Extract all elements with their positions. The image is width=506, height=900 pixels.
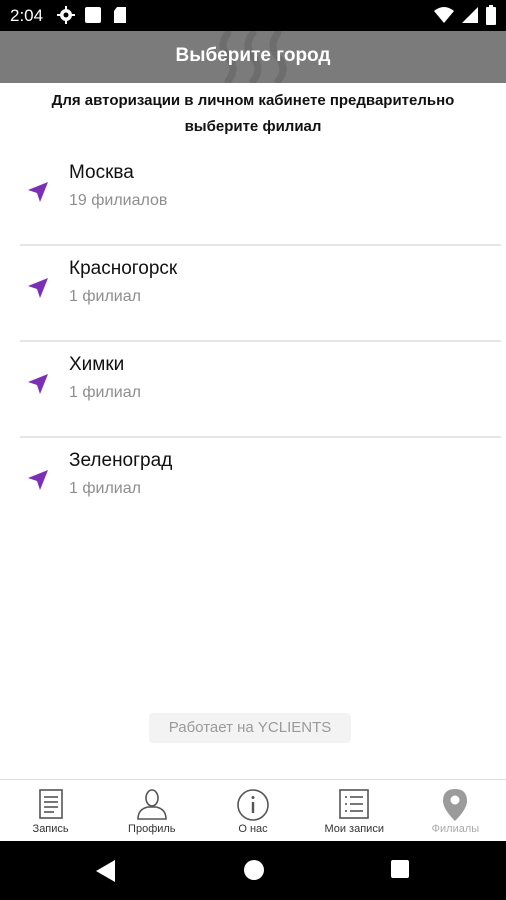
recents-icon[interactable] [390, 859, 410, 884]
tab-about[interactable]: О нас [202, 780, 303, 842]
city-item-zelenograd[interactable]: Зеленоград 1 филиал [20, 438, 501, 532]
branch-count: 19 филиалов [69, 192, 168, 209]
battery-icon [486, 5, 496, 30]
tab-branches[interactable]: Филиалы [405, 780, 506, 842]
city-list: Москва 19 филиалов Красногорск 1 филиал … [20, 150, 501, 532]
auth-notice: Для авторизации в личном кабинете предва… [51, 92, 455, 135]
tab-label: Профиль [128, 823, 176, 835]
city-item-khimki[interactable]: Химки 1 филиал [20, 342, 501, 438]
info-icon [236, 788, 270, 827]
tab-label: Мои записи [324, 823, 384, 835]
location-arrow-icon [26, 180, 50, 209]
person-icon [135, 788, 169, 825]
tab-label: О нас [238, 823, 268, 835]
gear-icon [57, 6, 75, 29]
location-arrow-icon [26, 468, 50, 497]
powered-by-badge[interactable]: Работает на YCLIENTS [149, 713, 351, 743]
signal-icon [462, 6, 478, 29]
tab-profile[interactable]: Профиль [101, 780, 202, 842]
tab-label: Запись [32, 823, 69, 835]
city-name: Зеленоград [69, 450, 173, 471]
city-name: Химки [69, 354, 125, 375]
bottom-tab-bar: Запись Профиль О нас Мои записи Филиалы [0, 779, 506, 842]
city-item-moscow[interactable]: Москва 19 филиалов [20, 150, 501, 246]
app-header: Выберите город [0, 31, 506, 83]
list-icon [338, 788, 370, 825]
city-item-krasnogorsk[interactable]: Красногорск 1 филиал [20, 246, 501, 342]
tab-my-bookings[interactable]: Мои записи [304, 780, 405, 842]
square-icon [84, 6, 102, 29]
page-title: Выберите город [175, 45, 331, 66]
wifi-icon [434, 6, 454, 29]
city-name: Красногорск [69, 258, 178, 279]
city-name: Москва [69, 162, 134, 183]
tab-label: Филиалы [431, 823, 480, 835]
branch-count: 1 филиал [69, 480, 141, 497]
status-time: 2:04 [10, 6, 44, 25]
tab-booking[interactable]: Запись [0, 780, 101, 842]
document-icon [36, 788, 66, 825]
home-icon[interactable] [243, 859, 265, 886]
location-arrow-icon [26, 372, 50, 401]
location-arrow-icon [26, 276, 50, 305]
branch-count: 1 филиал [69, 384, 141, 401]
status-bar: 2:04 [0, 0, 506, 31]
map-pin-icon [442, 788, 468, 827]
sd-card-icon [113, 6, 127, 29]
back-icon[interactable] [95, 859, 117, 888]
branch-count: 1 филиал [69, 288, 141, 305]
system-nav-bar [0, 841, 506, 900]
